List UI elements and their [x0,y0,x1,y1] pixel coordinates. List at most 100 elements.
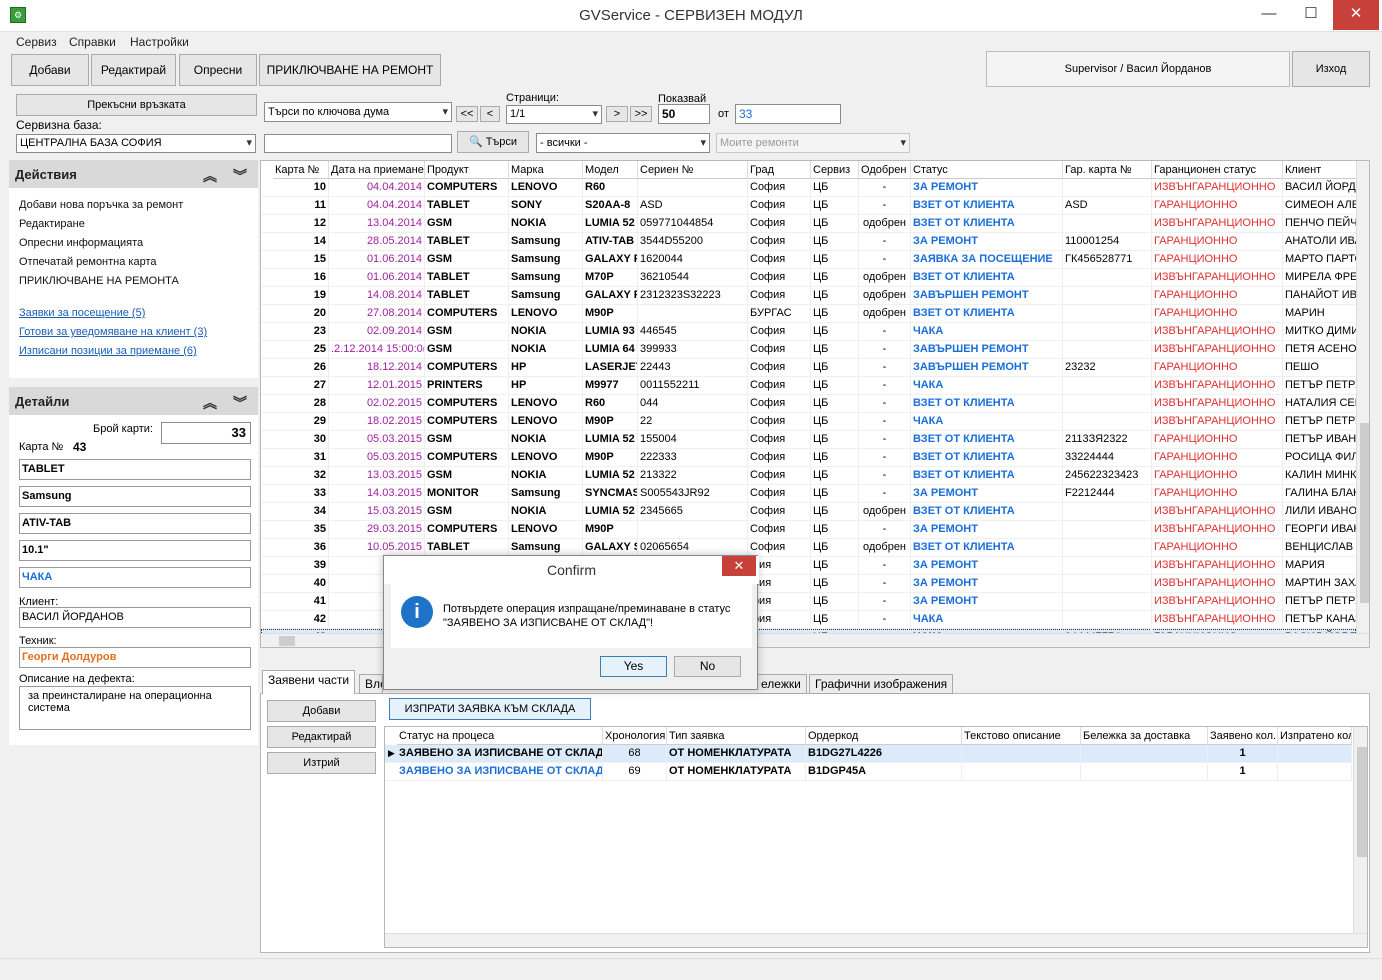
parts-header-cell[interactable]: Ордеркод [806,727,962,745]
grid-header-cell[interactable]: Дата на приемане [329,161,425,179]
close-window-button[interactable]: ✕ [1333,0,1379,30]
grid-header-cell[interactable]: Карта № [273,161,329,179]
disconnect-button[interactable]: Прекъсни връзката [16,94,257,116]
grid-cell: SYNCMAS [583,485,638,503]
menu-reports[interactable]: Справки [69,35,116,49]
refresh-button[interactable]: Опресни [179,54,257,86]
parts-header-cell[interactable]: Тип заявка [667,727,806,745]
link-ready-notify[interactable]: Готови за уведомяване на клиент (3) [19,326,207,338]
menu-service[interactable]: Сервиз [16,35,57,49]
grid-header-cell[interactable]: Одобрен [859,161,911,179]
scroll-thumb[interactable] [1360,423,1369,603]
filter-select[interactable]: - всички - [536,133,710,153]
parts-delete-button[interactable]: Изтрий [267,752,376,774]
grid-header-cell[interactable]: Гар. карта № [1063,161,1152,179]
parts-header-cell[interactable]: Текстово описание [962,727,1081,745]
prev-page-button[interactable]: < [480,106,500,122]
parts-header-cell[interactable]: Статус на процеса [397,727,603,745]
grid-cell: 15 [273,251,329,269]
grid-cell: ИЗВЪНГАРАНЦИОННО [1152,593,1283,611]
grid-cell: GSM [425,323,509,341]
parts-edit-button[interactable]: Редактирай [267,726,376,748]
dialog-no-button[interactable]: No [674,656,741,677]
tab-installed[interactable]: Вло [359,674,383,694]
grid-header-cell[interactable]: Статус [911,161,1063,179]
tab-images[interactable]: Графични изображения [809,674,954,694]
grid-cell: ГК456528771 [1063,251,1152,269]
dialog-yes-button[interactable]: Yes [600,656,667,677]
parts-scroll-thumb[interactable] [1357,747,1367,857]
link-issued-items[interactable]: Изписани позиции за приемане (6) [19,345,197,357]
collapse-down-icon[interactable]: ︾ [233,166,247,186]
maximize-button[interactable]: ☐ [1290,0,1332,30]
grid-cell: одобрен [859,539,911,557]
grid-cell: TABLET [425,233,509,251]
collapse-down-icon[interactable]: ︾ [233,393,247,413]
action-finish-repair[interactable]: ПРИКЛЮЧВАНЕ НА РЕМОНТА [19,275,179,287]
grid-cell: S005543JR92 [638,485,748,503]
grid-header-cell[interactable]: Град [748,161,811,179]
parts-vertical-scrollbar[interactable] [1353,727,1367,933]
search-button[interactable]: 🔍 Търси [457,131,529,153]
menu-settings[interactable]: Настройки [130,35,189,49]
actions-header[interactable]: Действия ︽ ︾ [9,160,258,188]
edit-button[interactable]: Редактирай [91,54,176,86]
parts-cell: ОТ НОМЕНКЛАТУРАТА [667,763,806,781]
next-page-button[interactable]: > [606,106,628,122]
grid-cell: - [859,251,911,269]
my-repairs-select: Моите ремонти [716,133,910,153]
parts-horizontal-scrollbar[interactable] [385,933,1367,947]
dialog-close-icon[interactable]: ✕ [722,556,756,576]
grid-cell: - [859,233,911,251]
parts-add-button[interactable]: Добави [267,700,376,722]
grid-header-cell[interactable]: Модел [583,161,638,179]
grid-cell: - [859,521,911,539]
grid-cell: ГЕОРГИ ИВАНС [1283,521,1363,539]
search-mode-value: Търси по ключова дума [268,106,390,118]
grid-cell: София [748,341,811,359]
grid-header-cell[interactable]: Марка [509,161,583,179]
tab-notes[interactable]: ележки [756,674,807,694]
minimize-button[interactable]: — [1248,0,1290,30]
parts-header-cell[interactable]: Заявено кол. [1208,727,1278,745]
action-edit[interactable]: Редактиране [19,218,85,230]
tab-requested-parts[interactable]: Заявени части [262,670,356,694]
send-to-warehouse-button[interactable]: ИЗПРАТИ ЗАЯВКА КЪМ СКЛАДА [389,698,591,720]
grid-cell: ЦБ [811,503,859,521]
action-print-card[interactable]: Отпечатай ремонтна карта [19,256,157,268]
search-mode-select[interactable]: Търси по ключова дума [264,102,452,122]
parts-grid[interactable]: Статус на процеса Хронология Тип заявка Орд… [384,726,1368,948]
grid-cell: ЗА РЕМОНТ [911,575,1063,593]
link-visit-requests[interactable]: Заявки за посещение (5) [19,307,145,319]
grid-header-cell[interactable]: Сериен № [638,161,748,179]
grid-header-cell[interactable]: Гаранционен статус [1152,161,1283,179]
grid-cell: PRINTERS [425,377,509,395]
search-input[interactable] [264,134,452,153]
first-page-button[interactable]: << [456,106,478,122]
grid-cell: ЗАЯВКА ЗА ПОСЕЩЕНИЕ [911,251,1063,269]
grid-header-cell[interactable]: Продукт [425,161,509,179]
h-scroll-thumb[interactable] [279,636,295,646]
grid-cell: COMPUTERS [425,305,509,323]
action-new-order[interactable]: Добави нова поръчка за ремонт [19,199,183,211]
parts-header-cell[interactable]: Бележка за доставка [1081,727,1208,745]
grid-cell: LENOVO [509,449,583,467]
parts-header-cell[interactable]: Хронология [603,727,667,745]
collapse-up-icon[interactable]: ︽ [203,393,217,413]
action-refresh[interactable]: Опресни информацията [19,237,143,249]
add-button[interactable]: Добави [11,54,89,86]
last-page-button[interactable]: >> [630,106,652,122]
finish-repair-button[interactable]: ПРИКЛЮЧВАНЕ НА РЕМОНТ [259,54,441,86]
parts-header-cell[interactable]: Изпратено кол [1278,727,1352,745]
grid-header-cell[interactable]: Клиент [1283,161,1363,179]
collapse-up-icon[interactable]: ︽ [203,166,217,186]
details-header[interactable]: Детайли ︽ ︾ [9,387,258,415]
grid-header-cell[interactable]: Сервиз [811,161,859,179]
grid-cell: ЦБ [811,485,859,503]
exit-button[interactable]: Изход [1292,51,1370,87]
vertical-scrollbar[interactable] [1356,161,1369,633]
page-size-input[interactable]: 50 [658,104,710,124]
grid-cell: COMPUTERS [425,395,509,413]
page-select[interactable]: 1/1 [506,105,602,124]
db-select[interactable]: ЦЕНТРАЛНА БАЗА СОФИЯ [16,134,256,153]
